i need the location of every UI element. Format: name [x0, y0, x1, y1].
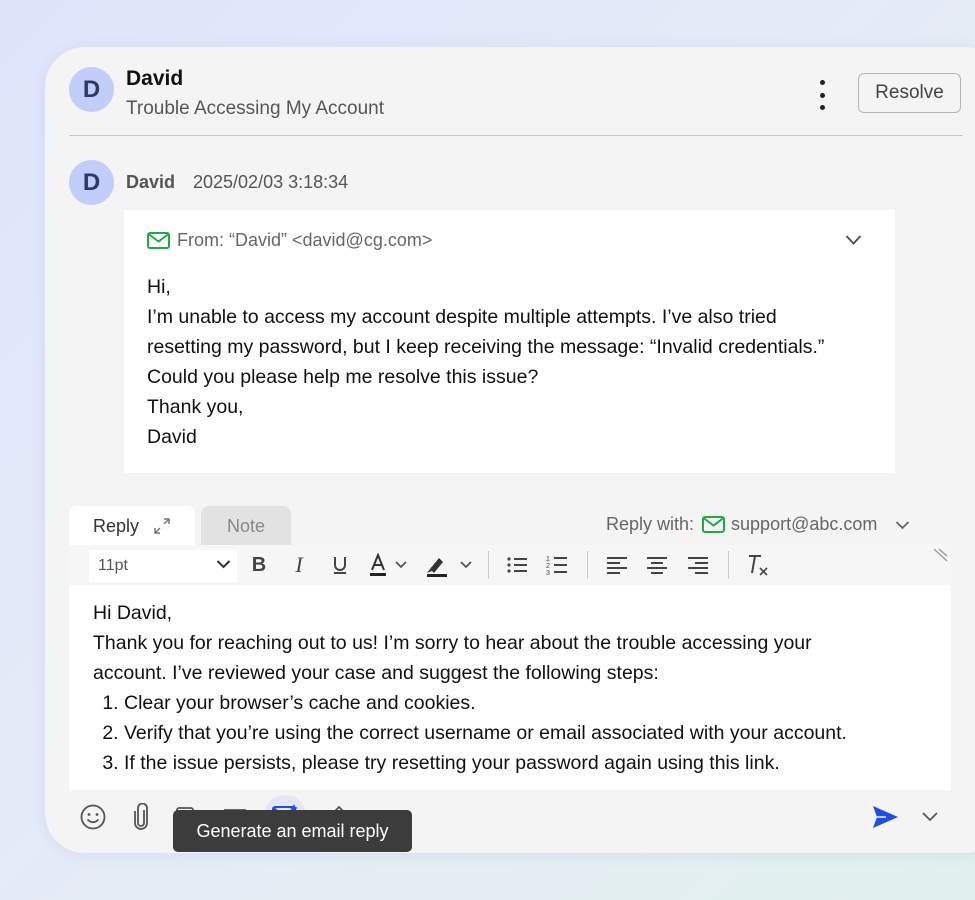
email-body-line: resetting my password, but I keep receiv… — [147, 336, 825, 358]
header-subject: Trouble Accessing My Account — [126, 98, 385, 119]
tab-reply-label: Reply — [93, 515, 140, 536]
reply-with-label: Reply with: — [606, 514, 695, 534]
message-avatar: D — [69, 160, 114, 205]
align-left-icon[interactable] — [605, 552, 629, 578]
email-body: Hi, I’m unable to access my account desp… — [147, 272, 824, 452]
reply-greeting: Hi David, — [93, 602, 173, 624]
reply-paragraph-line: account. I’ve reviewed your case and sug… — [93, 662, 659, 684]
email-body-line: Hi, — [147, 276, 171, 298]
more-options-icon[interactable] — [810, 80, 834, 110]
mail-icon — [702, 516, 726, 533]
reply-with-address: support@abc.com — [731, 514, 878, 534]
attachment-icon[interactable] — [125, 800, 157, 834]
expand-icon[interactable] — [153, 517, 171, 535]
tab-note[interactable]: Note — [201, 506, 291, 546]
steps-list: Clear your browser’s cache and cookies. … — [93, 688, 847, 778]
emoji-icon[interactable] — [77, 800, 109, 834]
numbered-list-icon[interactable]: 123 — [545, 552, 569, 578]
list-item: Clear your browser’s cache and cookies. — [124, 688, 847, 718]
align-center-icon[interactable] — [645, 552, 669, 578]
expand-email-chevron-icon[interactable] — [845, 234, 862, 246]
header-divider — [69, 135, 963, 136]
send-icon[interactable] — [869, 800, 901, 834]
font-size-value: 11pt — [98, 557, 128, 574]
font-size-select[interactable]: 11pt — [89, 550, 237, 582]
tooltip: Generate an email reply — [173, 810, 412, 852]
email-body-line: David — [147, 426, 197, 448]
list-item: If the issue persists, please try resett… — [124, 748, 847, 778]
reply-text: Hi David, Thank you for reaching out to … — [93, 598, 847, 778]
list-item: Verify that you’re using the correct use… — [124, 718, 847, 748]
toolbar-divider — [728, 551, 729, 579]
reply-paragraph-line: Thank you for reaching out to us! I’m so… — [93, 632, 812, 654]
bold-icon[interactable]: B — [248, 552, 270, 578]
email-from-line: From: “David” <david@cg.com> — [147, 230, 432, 251]
toolbar-divider — [587, 551, 588, 579]
highlight-icon[interactable] — [424, 552, 474, 580]
clear-formatting-icon[interactable] — [745, 552, 771, 578]
header-avatar: D — [69, 67, 114, 112]
from-text: From: “David” <david@cg.com> — [177, 230, 433, 250]
italic-icon[interactable]: I — [289, 552, 309, 578]
chevron-down-icon[interactable] — [895, 520, 910, 530]
email-body-line: Thank you, — [147, 396, 244, 418]
tab-reply[interactable]: Reply — [69, 506, 195, 546]
underline-icon[interactable] — [329, 552, 351, 578]
text-color-icon[interactable] — [366, 552, 414, 580]
email-body-line: I’m unable to access my account despite … — [147, 306, 777, 328]
align-right-icon[interactable] — [686, 552, 710, 578]
resize-handle-icon[interactable] — [932, 548, 948, 562]
svg-text:3: 3 — [546, 570, 550, 576]
email-body-line: Could you please help me resolve this is… — [147, 366, 539, 388]
resolve-button[interactable]: Resolve — [858, 73, 961, 113]
reply-with-selector[interactable]: Reply with: support@abc.com — [606, 514, 910, 535]
header-sender-name: David — [126, 67, 184, 90]
bulleted-list-icon[interactable] — [505, 552, 529, 578]
mail-icon — [147, 232, 170, 249]
chevron-down-icon[interactable] — [914, 800, 946, 834]
chevron-down-icon — [216, 560, 231, 569]
svg-text:1: 1 — [546, 556, 550, 563]
message-sender-name: David — [126, 172, 176, 192]
svg-text:2: 2 — [546, 563, 550, 570]
toolbar-divider — [488, 551, 489, 579]
message-timestamp: 2025/02/03 3:18:34 — [193, 172, 349, 192]
